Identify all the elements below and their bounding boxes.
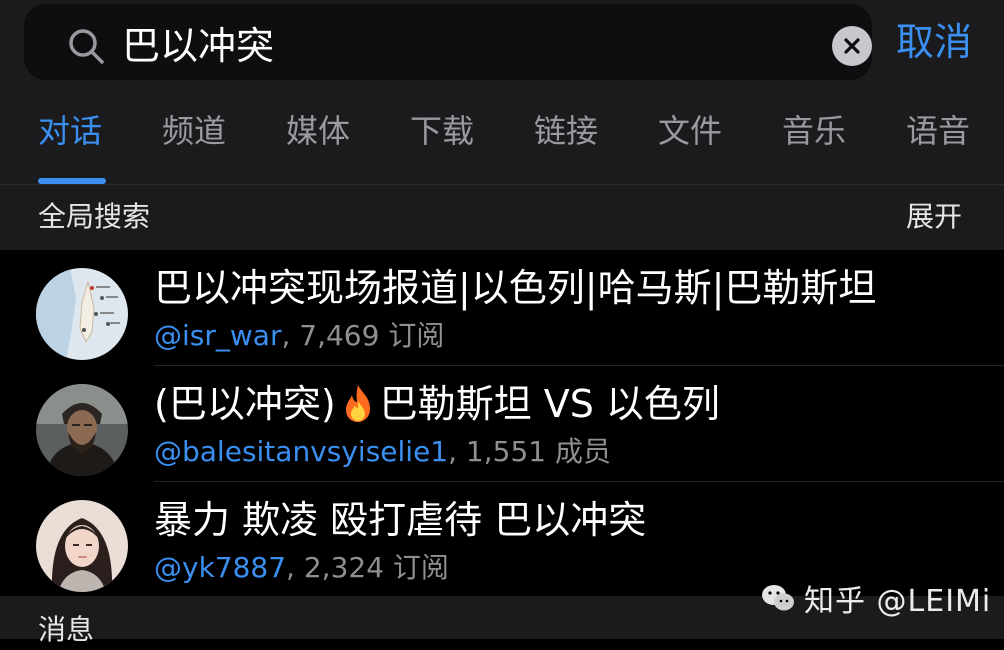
result-handle[interactable]: @isr_war <box>154 319 281 352</box>
result-handle[interactable]: @balesitanvsyiselie1 <box>154 435 448 468</box>
result-title: 巴以冲突现场报道|以色列|哈马斯|巴勒斯坦 <box>154 266 877 310</box>
result-handle[interactable]: @yk7887 <box>154 551 286 584</box>
search-icon <box>69 29 104 64</box>
tab-files[interactable]: 文件 <box>658 98 722 168</box>
tab-links[interactable]: 链接 <box>534 98 598 168</box>
result-subtitle: @isr_war, 7,469 订阅 <box>154 316 444 356</box>
divider <box>0 184 1004 185</box>
search-header: 巴以冲突 取消 对话 频道 媒体 下载 链接 文件 音乐 语音 全局搜索 展开 <box>0 0 1004 250</box>
tab-channels[interactable]: 频道 <box>162 98 226 168</box>
search-input[interactable]: 巴以冲突 <box>122 16 274 76</box>
watermark-text: 知乎 @LEIMi <box>804 584 992 619</box>
filter-tabs: 对话 频道 媒体 下载 链接 文件 音乐 语音 <box>0 98 1004 184</box>
search-result-row[interactable]: 巴以冲突现场报道|以色列|哈马斯|巴勒斯坦 @isr_war, 7,469 订阅 <box>0 250 1004 366</box>
clear-search-button[interactable] <box>832 26 872 66</box>
result-count: , 7,469 订阅 <box>281 319 445 352</box>
result-title: (巴以冲突) 巴勒斯坦 VS 以色列 <box>154 382 720 426</box>
woman-portrait-avatar <box>36 500 128 592</box>
tab-downloads[interactable]: 下载 <box>410 98 474 168</box>
result-count: , 2,324 订阅 <box>286 551 449 584</box>
search-bar[interactable]: 巴以冲突 <box>24 4 872 80</box>
tab-music[interactable]: 音乐 <box>782 98 846 168</box>
search-result-row[interactable]: (巴以冲突) 巴勒斯坦 VS 以色列 @balesitanvsyiselie1, … <box>0 366 1004 482</box>
expand-button[interactable]: 展开 <box>906 193 962 241</box>
result-subtitle: @balesitanvsyiselie1, 1,551 成员 <box>154 432 611 472</box>
map-avatar-icon <box>36 268 128 360</box>
man-portrait-avatar <box>36 384 128 476</box>
tab-media[interactable]: 媒体 <box>286 98 350 168</box>
wechat-logo-icon <box>762 585 794 611</box>
tab-voice[interactable]: 语音 <box>906 98 970 168</box>
watermark: 知乎 @LEIMi <box>760 576 991 620</box>
global-search-heading: 全局搜索 <box>38 200 151 233</box>
result-count: , 1,551 成员 <box>448 435 611 468</box>
messages-heading: 消息 <box>38 613 95 646</box>
close-icon <box>844 38 860 54</box>
result-subtitle: @yk7887, 2,324 订阅 <box>154 548 449 588</box>
fire-emoji-icon <box>345 385 370 422</box>
result-title: 暴力 欺凌 殴打虐待 巴以冲突 <box>154 498 647 542</box>
cancel-button[interactable]: 取消 <box>896 12 972 72</box>
tab-chats[interactable]: 对话 <box>38 98 102 168</box>
